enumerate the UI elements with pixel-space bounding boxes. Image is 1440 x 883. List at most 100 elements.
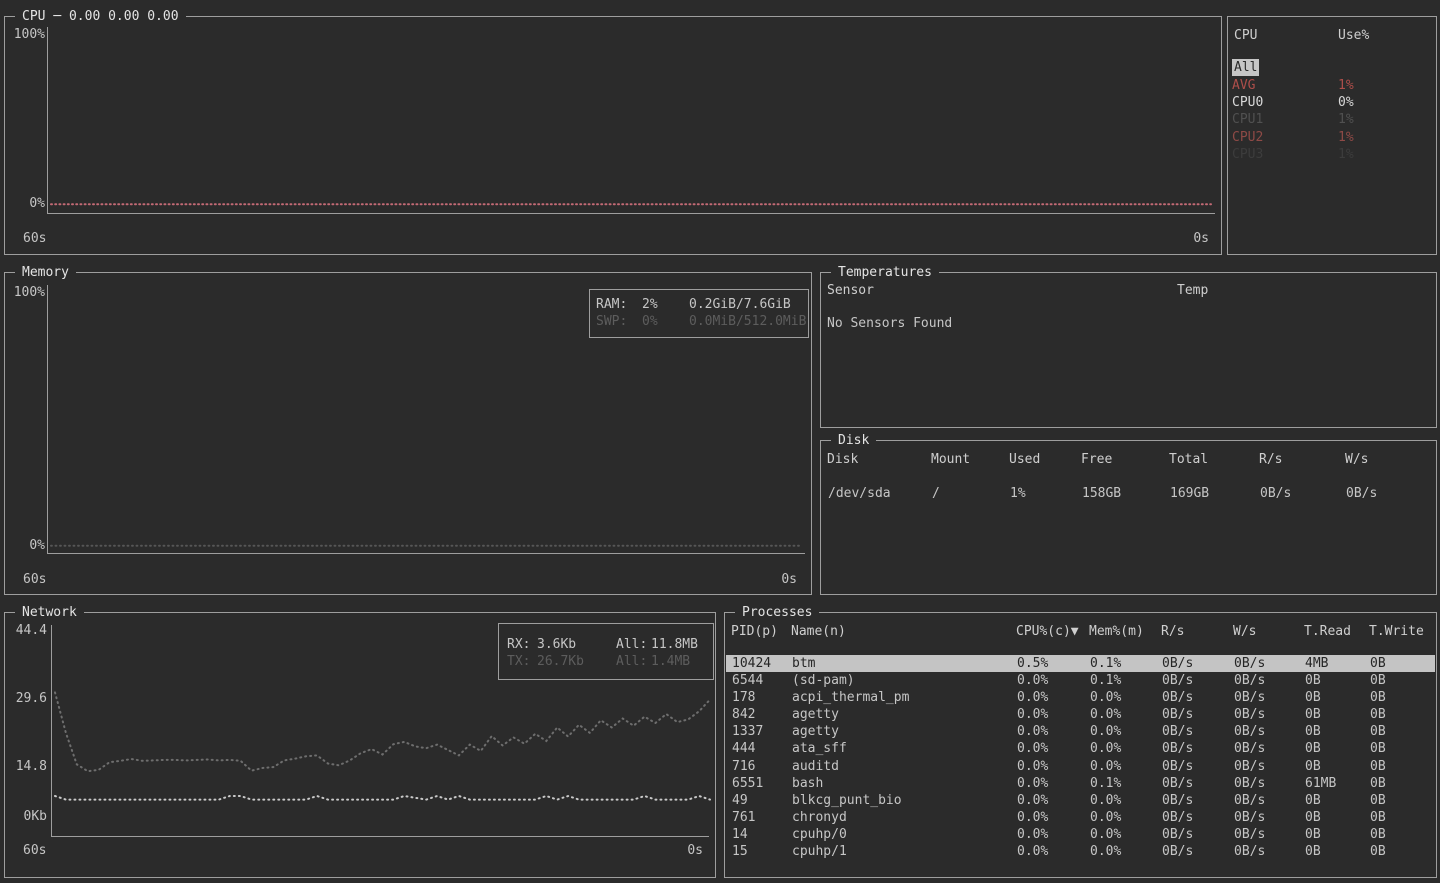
processes-title-text: Processes (742, 605, 812, 620)
rx-total: 11.8MB (651, 636, 698, 653)
col-header-rs[interactable]: R/s (1259, 451, 1282, 468)
process-cell-tread: 0B (1305, 723, 1321, 740)
process-cell-tread: 0B (1305, 843, 1321, 860)
memory-legend: RAM: 2% 0.2GiB/7.6GiB SWP: 0% 0.0MiB/512… (589, 289, 809, 338)
process-cell-mem: 0.0% (1090, 826, 1121, 843)
cpu-legend-entry-cpu0[interactable]: CPU0 0% (1228, 94, 1436, 111)
process-cell-cpu: 0.0% (1017, 826, 1048, 843)
col-header-twrite[interactable]: T.Write (1369, 623, 1424, 640)
process-row[interactable]: 444ata_sff0.0%0.0%0B/s0B/s0B0B (726, 740, 1435, 757)
col-header-mount[interactable]: Mount (931, 451, 970, 468)
process-cell-pid: 6544 (732, 672, 763, 689)
process-cell-mem: 0.0% (1090, 723, 1121, 740)
swap-percent: 0% (642, 313, 658, 330)
process-cell-ws: 0B/s (1234, 758, 1265, 775)
process-cell-name: cpuhp/1 (792, 843, 847, 860)
process-row[interactable]: 178acpi_thermal_pm0.0%0.0%0B/s0B/s0B0B (726, 689, 1435, 706)
col-header-tread[interactable]: T.Read (1304, 623, 1351, 640)
cpu-entry-usage: 0% (1338, 94, 1354, 111)
process-cell-pid: 178 (732, 689, 755, 706)
process-table-body: 10424btm0.5%0.1%0B/s0B/s4MB0B6544(sd-pam… (726, 655, 1435, 860)
process-cell-mem: 0.0% (1090, 758, 1121, 775)
process-cell-rs: 0B/s (1162, 689, 1193, 706)
process-cell-ws: 0B/s (1234, 843, 1265, 860)
process-cell-ws: 0B/s (1234, 809, 1265, 826)
disk-panel-title: Disk (831, 432, 876, 449)
cpu-entry-name: CPU0 (1232, 94, 1263, 111)
temperatures-title-text: Temperatures (838, 265, 932, 280)
col-header-ws[interactable]: W/s (1233, 623, 1256, 640)
cpu-legend-entry-avg[interactable]: AVG1% (1228, 77, 1436, 94)
process-cell-twrite: 0B (1370, 809, 1386, 826)
col-header-mem[interactable]: Mem%(m) (1089, 623, 1144, 640)
col-header-disk[interactable]: Disk (827, 451, 858, 468)
process-cell-cpu: 0.0% (1017, 706, 1048, 723)
process-row[interactable]: 15cpuhp/10.0%0.0%0B/s0B/s0B0B (726, 843, 1435, 860)
disk-row[interactable]: /dev/sda/1%158GB169GB0B/s0B/s (822, 485, 1435, 502)
process-cell-rs: 0B/s (1162, 792, 1193, 809)
col-header-pid[interactable]: PID(p) (731, 623, 778, 640)
process-row[interactable]: 49blkcg_punt_bio0.0%0.0%0B/s0B/s0B0B (726, 792, 1435, 809)
disk-cell-mount: / (932, 485, 940, 502)
processes-panel: Processes PID(p) Name(n) CPU%(c)▼ Mem%(m… (724, 612, 1437, 878)
process-cell-rs: 0B/s (1162, 723, 1193, 740)
process-cell-name: btm (792, 655, 815, 672)
swap-label: SWP: (596, 313, 627, 330)
tx-total: 1.4MB (651, 653, 690, 670)
process-cell-cpu: 0.0% (1017, 689, 1048, 706)
col-header-free[interactable]: Free (1081, 451, 1112, 468)
cpu-entry-name: CPU1 (1232, 111, 1263, 128)
cpu-title-text: CPU (22, 9, 45, 24)
cpu-legend-entry-cpu1[interactable]: CPU11% (1228, 111, 1436, 128)
tx-label: TX: (507, 653, 530, 670)
process-row[interactable]: 1337agetty0.0%0.0%0B/s0B/s0B0B (726, 723, 1435, 740)
disk-cell-ws: 0B/s (1346, 485, 1377, 502)
col-header-sensor[interactable]: Sensor (827, 282, 874, 299)
process-cell-pid: 1337 (732, 723, 763, 740)
process-row[interactable]: 6544(sd-pam)0.0%0.1%0B/s0B/s0B0B (726, 672, 1435, 689)
process-cell-mem: 0.0% (1090, 706, 1121, 723)
memory-panel-title: Memory (15, 264, 76, 281)
col-header-temp[interactable]: Temp (1177, 282, 1208, 299)
process-cell-twrite: 0B (1370, 689, 1386, 706)
col-header-cpu-sort-descending[interactable]: CPU%(c)▼ (1016, 623, 1079, 640)
cpu-legend-col-name: CPU (1234, 27, 1257, 44)
col-header-total[interactable]: Total (1169, 451, 1208, 468)
cpu-legend-entry-all[interactable]: All (1228, 59, 1436, 76)
process-cell-ws: 0B/s (1234, 740, 1265, 757)
process-cell-name: bash (792, 775, 823, 792)
process-cell-rs: 0B/s (1162, 655, 1193, 672)
swap-amount: 0.0MiB/512.0MiB (689, 313, 806, 330)
cpu-legend-entry-cpu2[interactable]: CPU21% (1228, 129, 1436, 146)
cpu-usage-graph (5, 17, 1221, 254)
process-row[interactable]: 842agetty0.0%0.0%0B/s0B/s0B0B (726, 706, 1435, 723)
process-cell-tread: 61MB (1305, 775, 1336, 792)
cpu-title-separator: ─ (53, 9, 61, 24)
process-cell-ws: 0B/s (1234, 723, 1265, 740)
network-panel-title: Network (15, 604, 84, 621)
ram-percent: 2% (642, 296, 658, 313)
disk-title-text: Disk (838, 433, 869, 448)
process-cell-name: cpuhp/0 (792, 826, 847, 843)
cpu-legend-entry-cpu3[interactable]: CPU31% (1228, 146, 1436, 163)
process-cell-tread: 0B (1305, 672, 1321, 689)
cpu-graph-panel: CPU ─ 0.00 0.00 0.00 100% 0% 60s 0s (4, 16, 1222, 255)
col-header-name[interactable]: Name(n) (791, 623, 846, 640)
process-row[interactable]: 10424btm0.5%0.1%0B/s0B/s4MB0B (726, 655, 1435, 672)
process-cell-tread: 0B (1305, 758, 1321, 775)
col-header-used[interactable]: Used (1009, 451, 1040, 468)
cpu-legend-panel: CPU Use% AllAVG1%CPU00%CPU11%CPU21%CPU31… (1227, 16, 1437, 255)
process-row[interactable]: 14cpuhp/00.0%0.0%0B/s0B/s0B0B (726, 826, 1435, 843)
process-cell-pid: 761 (732, 809, 755, 826)
col-header-ws[interactable]: W/s (1345, 451, 1368, 468)
process-cell-cpu: 0.0% (1017, 723, 1048, 740)
process-row[interactable]: 716auditd0.0%0.0%0B/s0B/s0B0B (726, 758, 1435, 775)
process-cell-mem: 0.1% (1090, 775, 1121, 792)
process-cell-cpu: 0.0% (1017, 758, 1048, 775)
cpu-entry-name: All (1232, 59, 1259, 76)
process-row[interactable]: 761chronyd0.0%0.0%0B/s0B/s0B0B (726, 809, 1435, 826)
cpu-load-average: 0.00 0.00 0.00 (69, 9, 179, 24)
process-row[interactable]: 6551bash0.0%0.1%0B/s0B/s61MB0B (726, 775, 1435, 792)
col-header-rs[interactable]: R/s (1161, 623, 1184, 640)
process-cell-twrite: 0B (1370, 843, 1386, 860)
